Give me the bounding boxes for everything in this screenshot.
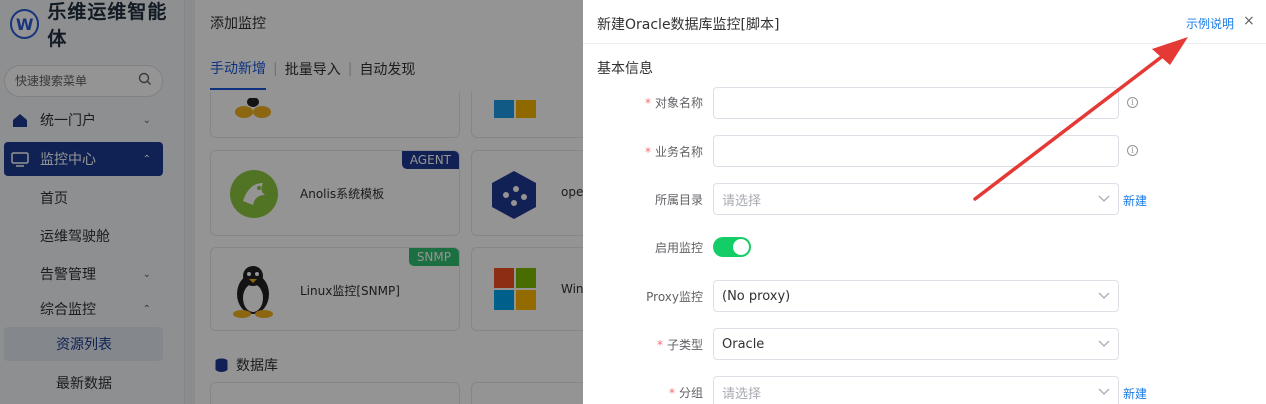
- close-icon[interactable]: ×: [1243, 13, 1255, 29]
- select-placeholder: 请选择: [722, 193, 762, 209]
- select-value: (No proxy): [722, 288, 791, 304]
- drawer-title: 新建Oracle数据库监控[脚本]: [597, 17, 780, 33]
- directory-select[interactable]: 请选择: [713, 183, 1119, 215]
- object-name-field[interactable]: [713, 87, 1119, 119]
- section-basic-info: 基本信息: [597, 61, 653, 77]
- chevron-down-icon: [1098, 385, 1110, 400]
- select-value: Oracle: [722, 336, 765, 352]
- field-label-text: 子类型: [666, 338, 703, 352]
- field-label-text: 对象名称: [654, 96, 703, 110]
- directory-label: 所属目录: [654, 193, 703, 207]
- enable-monitor-toggle[interactable]: [713, 237, 751, 257]
- example-help-link[interactable]: 示例说明: [1186, 15, 1234, 32]
- create-monitor-drawer: 新建Oracle数据库监控[脚本] 示例说明 × 基本信息 * 对象名称 i * 业…: [583, 0, 1266, 404]
- chevron-down-icon: [1098, 337, 1110, 352]
- field-label-text: 分组: [678, 386, 703, 400]
- required-mark: *: [644, 145, 651, 159]
- required-mark: *: [668, 386, 675, 400]
- new-directory-link[interactable]: 新建: [1123, 192, 1147, 209]
- info-icon[interactable]: i: [1127, 97, 1138, 108]
- business-name-label: * 业务名称: [645, 143, 703, 160]
- subtype-label: * 子类型: [657, 336, 703, 353]
- field-label-text: 业务名称: [654, 145, 703, 159]
- proxy-select[interactable]: (No proxy): [713, 280, 1119, 312]
- modal-overlay[interactable]: [0, 0, 583, 404]
- business-name-field[interactable]: [713, 135, 1119, 167]
- new-group-link[interactable]: 新建: [1123, 385, 1147, 402]
- drawer-header: 新建Oracle数据库监控[脚本] 示例说明 ×: [583, 0, 1266, 44]
- group-label: * 分组: [669, 384, 703, 401]
- toggle-knob: [733, 239, 749, 255]
- group-select[interactable]: 请选择: [713, 376, 1119, 404]
- info-icon[interactable]: i: [1127, 145, 1138, 156]
- required-mark: *: [656, 338, 663, 352]
- proxy-label: Proxy监控: [646, 290, 703, 304]
- chevron-down-icon: [1098, 192, 1110, 207]
- select-placeholder: 请选择: [722, 386, 762, 402]
- object-name-label: * 对象名称: [645, 94, 703, 111]
- enable-monitor-label: 启用监控: [654, 241, 703, 255]
- subtype-select[interactable]: Oracle: [713, 328, 1119, 360]
- chevron-down-icon: [1098, 289, 1110, 304]
- required-mark: *: [644, 96, 651, 110]
